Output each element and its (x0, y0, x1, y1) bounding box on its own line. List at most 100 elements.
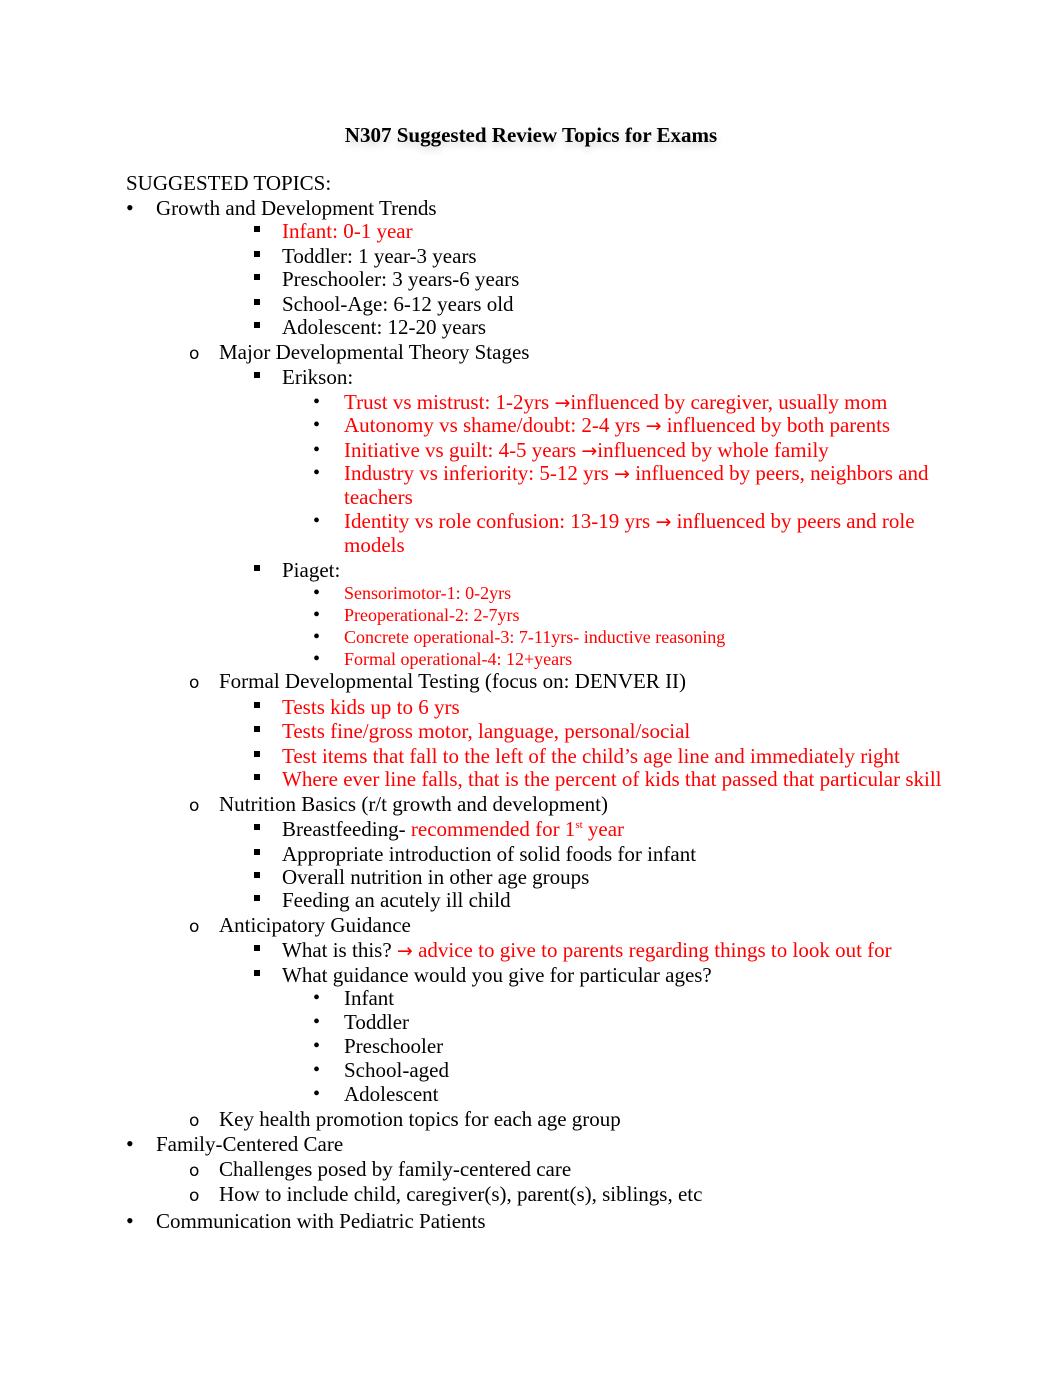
bullet-dot-icon: • (313, 391, 321, 413)
outline-item-level-3: Adolescent: 12-20 years (254, 315, 486, 339)
bullet-square-icon (254, 274, 260, 280)
item-text: Appropriate introduction of solid foods … (282, 842, 697, 866)
item-text: Tests kids up to 6 yrs (282, 695, 460, 719)
outline-item-level-2: o Formal Developmental Testing (focus on:… (189, 669, 687, 693)
outline-item-level-3: Feeding an acutely ill child (254, 888, 511, 912)
item-text: Autonomy vs shame/doubt: 2-4 yrs (344, 413, 646, 437)
bullet-circle-icon: o (189, 917, 200, 937)
item-text: Challenges posed by family-centered care (219, 1157, 572, 1181)
bullet-circle-icon: o (189, 1111, 200, 1131)
bullet-dot-icon: • (313, 1035, 321, 1057)
outline-item-level-2: o Challenges posed by family-centered car… (189, 1157, 572, 1181)
outline-item-level-3: Appropriate introduction of solid foods … (254, 842, 697, 866)
item-text: Infant: 0-1 year (282, 219, 413, 243)
bullet-circle-icon: o (189, 1186, 200, 1206)
outline-item-level-4: models (344, 533, 405, 557)
outline-item-level-3: Tests fine/gross motor, language, person… (254, 719, 691, 743)
item-text: Preschooler (344, 1034, 444, 1058)
item-note: influenced by whole family (597, 438, 829, 462)
bullet-square-icon (254, 895, 260, 901)
item-text: Communication with Pediatric Patients (156, 1209, 486, 1233)
outline-item-level-4: • Preoperational-2: 2-7yrs (313, 603, 520, 627)
outline-item-level-2: o How to include child, caregiver(s), par… (189, 1182, 702, 1206)
outline-item-level-4: • Adolescent (313, 1082, 439, 1106)
outline-item-level-3: Breastfeeding- recommended for 1st year (254, 817, 624, 841)
bullet-dot-icon: • (313, 648, 321, 670)
bullet-square-icon (254, 565, 260, 571)
item-text: Formal operational-4: 12+years (344, 649, 573, 669)
outline-item-level-3: Toddler: 1 year-3 years (254, 244, 477, 268)
outline-item-level-4: • Industry vs inferiority: 5-12 yrs → inf… (313, 461, 929, 486)
right-arrow-icon: → (614, 463, 630, 485)
bullet-square-icon (254, 872, 260, 878)
item-text: Family-Centered Care (156, 1132, 344, 1156)
document-title: N307 Suggested Review Topics for Exams (344, 123, 718, 147)
outline-item-level-4: • School-aged (313, 1058, 449, 1082)
item-text: Breastfeeding- (282, 817, 411, 841)
item-text: models (344, 533, 405, 557)
bullet-dot-icon: • (313, 1011, 321, 1033)
bullet-square-icon (254, 322, 260, 328)
item-text: Preoperational-2: 2-7yrs (344, 605, 520, 625)
outline-item-level-4: • Concrete operational-3: 7-11yrs- induct… (313, 625, 726, 649)
item-text: Key health promotion topics for each age… (219, 1107, 621, 1131)
outline-item-level-3: Overall nutrition in other age groups (254, 865, 589, 889)
right-arrow-icon: → (581, 440, 598, 462)
bullet-square-icon (254, 945, 260, 951)
bullet-square-icon (254, 299, 260, 305)
outline-item-level-1: • Family-Centered Care (126, 1132, 344, 1157)
bullet-dot-icon: • (313, 462, 321, 484)
item-text: Trust vs mistrust: 1-2yrs (344, 390, 555, 414)
bullet-square-icon (254, 251, 260, 257)
outline-item-level-2: o Nutrition Basics (r/t growth and develo… (189, 792, 608, 816)
bullet-square-icon (254, 702, 260, 708)
bullet-square-icon (254, 372, 260, 378)
outline-item-level-4: • Preschooler (313, 1034, 444, 1058)
bullet-dot-icon: • (313, 1083, 321, 1105)
bullet-square-icon (254, 726, 260, 732)
outline-item-level-4: • Infant (313, 986, 395, 1010)
item-text: Feeding an acutely ill child (282, 888, 511, 912)
right-arrow-icon: → (645, 415, 662, 437)
outline-item-level-2: o Key health promotion topics for each ag… (189, 1107, 621, 1131)
item-text: Infant (344, 986, 395, 1010)
outline-item-level-3: Erikson: (254, 365, 353, 389)
bullet-square-icon (254, 970, 260, 976)
item-text: What is this? (282, 938, 397, 962)
outline-item-level-1: • Growth and Development Trends (126, 196, 437, 221)
item-text: School-aged (344, 1058, 449, 1082)
item-text: Initiative vs guilt: 4-5 years (344, 438, 582, 462)
item-text: What guidance would you give for particu… (282, 963, 712, 987)
item-text: Test items that fall to the left of the … (282, 744, 900, 768)
right-arrow-icon: → (396, 940, 413, 962)
bullet-dot-icon: • (313, 626, 321, 648)
item-note: influenced by both parents (661, 413, 891, 437)
outline-item-level-4: • Toddler (313, 1010, 409, 1034)
item-text: Formal Developmental Testing (focus on: … (219, 669, 687, 693)
item-text: Concrete operational-3: 7-11yrs- inducti… (344, 627, 726, 647)
outline-item-level-4: • Formal operational-4: 12+years (313, 647, 573, 671)
item-text: Where ever line falls, that is the perce… (282, 767, 942, 791)
outline-item-level-2: o Major Developmental Theory Stages (189, 340, 529, 364)
outline-item-level-2: o Anticipatory Guidance (189, 913, 411, 937)
outline-item-level-4: teachers (344, 485, 413, 509)
item-text: School-Age: 6-12 years old (282, 292, 514, 316)
item-text: Adolescent (344, 1082, 439, 1106)
right-arrow-icon: → (655, 511, 672, 533)
bullet-dot-icon: • (313, 582, 321, 604)
bullet-circle-icon: o (189, 344, 200, 364)
outline-item-level-3: What guidance would you give for particu… (254, 963, 712, 987)
bullet-dot-icon: • (126, 1131, 134, 1156)
bullet-dot-icon: • (126, 195, 134, 220)
bullet-square-icon (254, 774, 260, 780)
bullet-dot-icon: • (313, 987, 321, 1009)
item-note: advice to give to parents regarding thin… (412, 938, 892, 962)
outline-item-level-1: • Communication with Pediatric Patients (126, 1209, 486, 1234)
item-text: Sensorimotor-1: 0-2yrs (344, 583, 512, 603)
item-text: Tests fine/gross motor, language, person… (282, 719, 691, 743)
item-note: influenced by peers, neighbors and (629, 461, 929, 485)
bullet-circle-icon: o (189, 796, 200, 816)
bullet-dot-icon: • (313, 414, 321, 436)
bullet-circle-icon: o (189, 1161, 200, 1181)
item-text: teachers (344, 485, 413, 509)
